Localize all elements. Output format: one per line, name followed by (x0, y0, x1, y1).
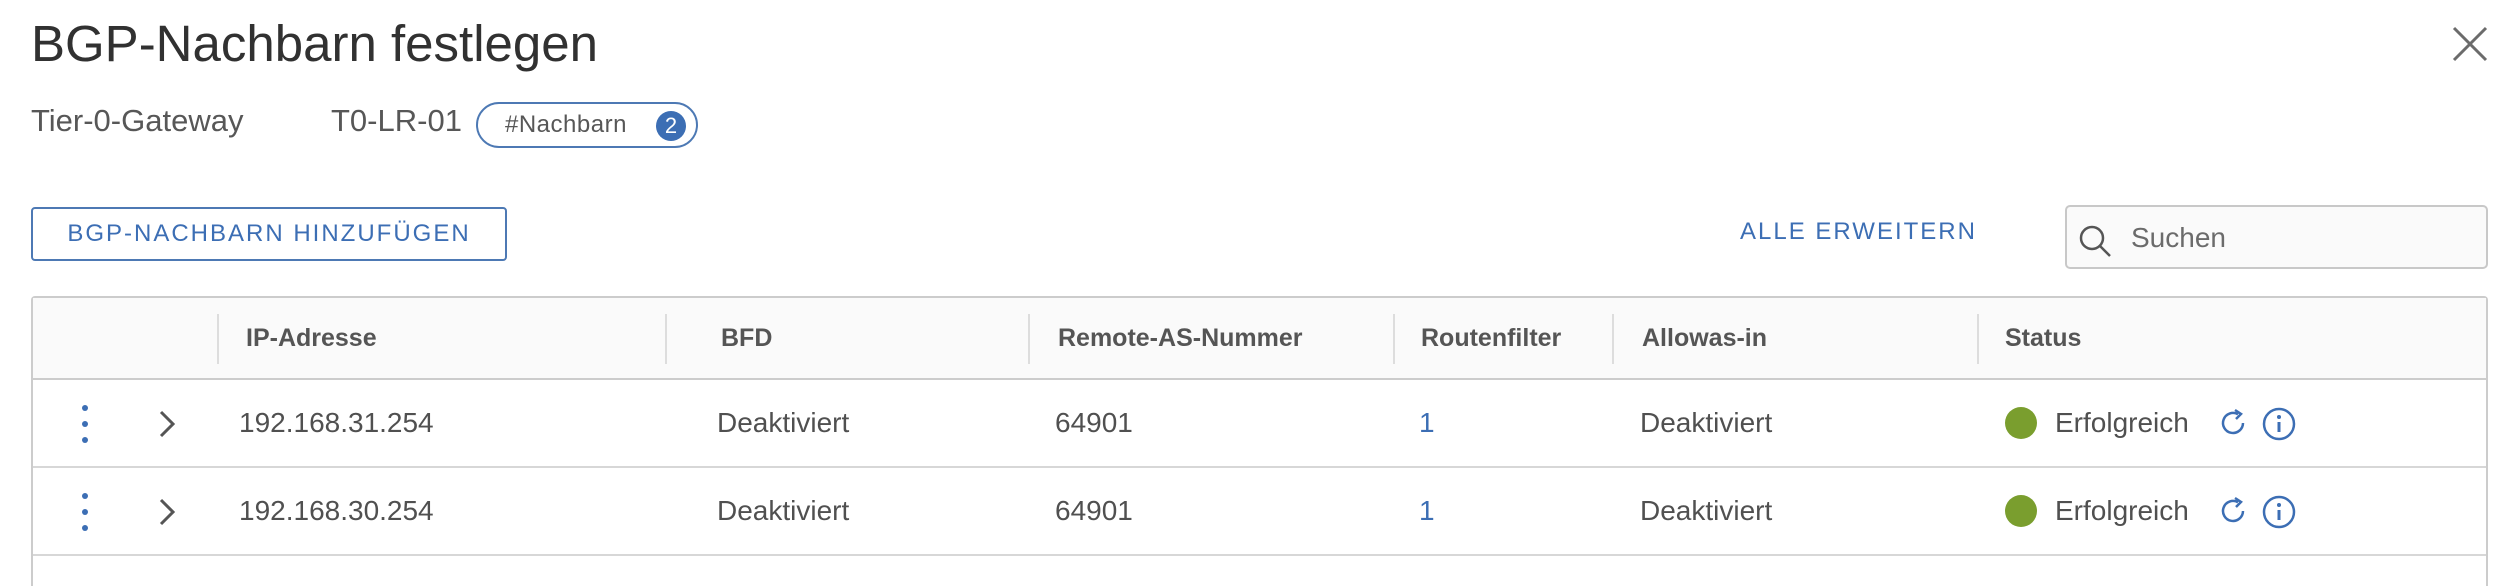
column-header-ip[interactable]: IP-Adresse (246, 324, 377, 353)
kebab-menu-icon[interactable] (79, 402, 91, 446)
cell-allowas-in: Deaktiviert (1640, 495, 1773, 526)
refresh-icon[interactable] (2216, 494, 2250, 528)
add-bgp-neighbor-button[interactable]: BGP-NACHBARN HINZUFÜGEN (31, 207, 507, 261)
route-filter-link[interactable]: 1 (1419, 407, 1435, 439)
cell-ip: 192.168.30.254 (239, 495, 434, 526)
column-separator (1028, 314, 1030, 364)
column-separator (1977, 314, 1979, 364)
cell-status: Erfolgreich (2055, 495, 2189, 526)
search-icon (2079, 225, 2111, 257)
dialog-title: BGP-Nachbarn festlegen (31, 15, 598, 72)
column-separator (665, 314, 667, 364)
info-icon[interactable] (2261, 406, 2297, 442)
gateway-value: T0-LR-01 (331, 103, 462, 138)
status-dot-icon (2005, 407, 2037, 439)
column-header-status[interactable]: Status (2005, 324, 2081, 353)
neighbors-count-chip: #Nachbarn 2 (476, 102, 698, 148)
cell-bfd: Deaktiviert (717, 495, 850, 526)
chip-label: #Nachbarn (505, 111, 627, 138)
chevron-right-icon[interactable] (155, 496, 179, 528)
column-separator (1612, 314, 1614, 364)
refresh-icon[interactable] (2216, 406, 2250, 440)
column-header-remote-as[interactable]: Remote-AS-Nummer (1058, 324, 1302, 353)
chevron-right-icon[interactable] (155, 408, 179, 440)
search-box (2065, 205, 2488, 269)
route-filter-link[interactable]: 1 (1419, 495, 1435, 527)
column-separator (217, 314, 219, 364)
kebab-menu-icon[interactable] (79, 490, 91, 534)
cell-bfd: Deaktiviert (717, 407, 850, 438)
expand-all-button[interactable]: ALLE ERWEITERN (1740, 218, 1977, 246)
column-header-bfd[interactable]: BFD (721, 324, 772, 353)
cell-remote-as: 64901 (1055, 407, 1133, 438)
search-input[interactable] (2129, 215, 2473, 261)
cell-remote-as: 64901 (1055, 495, 1133, 526)
column-header-allowas-in[interactable]: Allowas-in (1642, 324, 1767, 353)
info-icon[interactable] (2261, 494, 2297, 530)
column-header-route-filter[interactable]: Routenfilter (1421, 324, 1561, 353)
cell-allowas-in: Deaktiviert (1640, 407, 1773, 438)
bgp-neighbors-table: IP-Adresse BFD Remote-AS-Nummer Routenfi… (31, 296, 2488, 586)
table-header: IP-Adresse BFD Remote-AS-Nummer Routenfi… (33, 298, 2486, 380)
gateway-label: Tier-0-Gateway (31, 103, 244, 138)
close-icon[interactable] (2448, 22, 2492, 66)
cell-ip: 192.168.31.254 (239, 407, 434, 438)
chip-count-badge: 2 (656, 111, 686, 141)
table-row: 192.168.31.254 Deaktiviert 64901 1 Deakt… (33, 380, 2486, 468)
table-row: 192.168.30.254 Deaktiviert 64901 1 Deakt… (33, 468, 2486, 556)
status-dot-icon (2005, 495, 2037, 527)
column-separator (1393, 314, 1395, 364)
cell-status: Erfolgreich (2055, 407, 2189, 438)
